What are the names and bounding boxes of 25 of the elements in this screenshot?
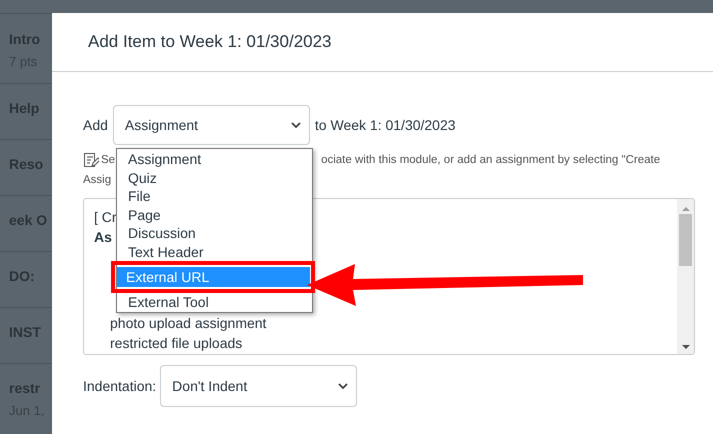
scroll-up-icon[interactable] [682,206,690,211]
dropdown-option[interactable]: Quiz [117,168,312,187]
list-option[interactable]: As [94,227,112,247]
indentation-select[interactable]: Don't Indent [160,365,358,407]
dropdown-option[interactable]: External Tool [117,293,312,312]
dropdown-option[interactable]: Assignment [117,150,312,168]
scroll-down-icon[interactable] [682,345,690,350]
help-text: ociate with this module, or add an assignment by selecting "Create [321,153,660,168]
indentation-label: Indentation: [83,378,156,394]
help-text: Assig [83,173,112,188]
scrollbar[interactable] [677,199,694,354]
edit-icon [83,152,99,168]
type-select[interactable]: Assignment [112,105,310,145]
list-option[interactable]: restricted file uploads [94,333,242,353]
list-option[interactable]: photo upload assignment [94,313,266,333]
dropdown-option[interactable]: Discussion [117,224,312,242]
add-label: Add [83,117,108,133]
list-option[interactable]: [ Cr [94,207,117,227]
chevron-icon [338,382,348,390]
chevron-icon [290,122,301,128]
dropdown-option[interactable]: Text Header [117,242,312,261]
help-text: Se [101,153,116,168]
dialog-title: Add Item to Week 1: 01/30/2023 [88,32,332,52]
target-label: to Week 1: 01/30/2023 [314,117,456,133]
dropdown-option[interactable]: Page [117,206,312,224]
